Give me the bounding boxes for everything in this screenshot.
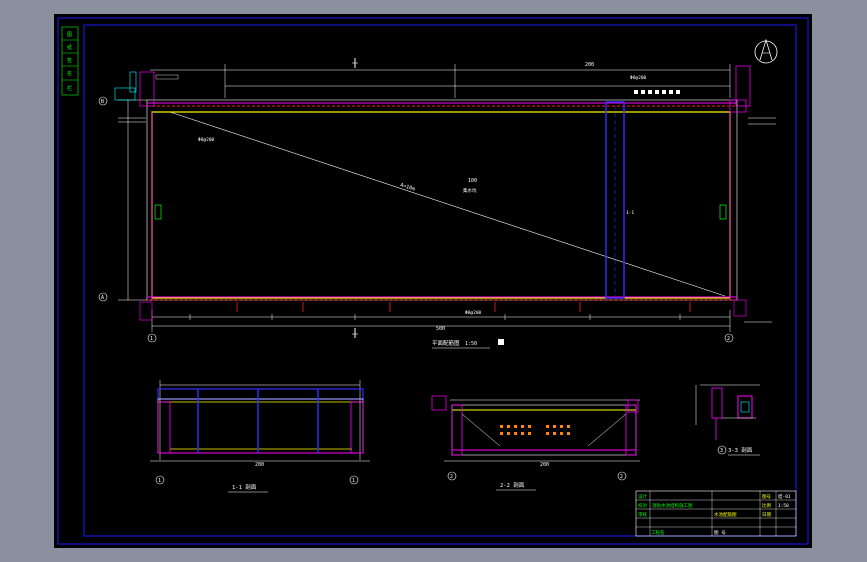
title-block-row1: 设计 — [638, 493, 647, 500]
title-block-row2: 校对 — [638, 502, 647, 509]
plan-center-sub: 集水坑 — [463, 187, 477, 194]
side-strip-2: 纸 — [67, 44, 72, 51]
plan-overall-dim: 500 — [436, 326, 445, 332]
side-strip-1: 图 — [67, 32, 72, 38]
title-block-bottom: 图 号 — [714, 530, 726, 536]
title-block-row4: 工程名 — [651, 529, 665, 536]
plan-bottom-rebar-note: Φ8@200 — [465, 310, 482, 316]
grid-bubble-2: 2 — [727, 336, 730, 342]
side-strip-5: 栏 — [67, 85, 72, 92]
section-2-dim: 200 — [540, 462, 549, 468]
title-block-project: 消防水池结构施工图 — [652, 502, 693, 509]
plan-top-span: 200 — [585, 62, 594, 68]
section-3-title: 3-3 剖面 — [728, 446, 753, 454]
grid-bubble-a: A — [101, 295, 104, 301]
title-block-v2: 1:50 — [778, 503, 789, 509]
plan-scale: 1:50 — [465, 341, 477, 347]
side-strip-3: 签 — [67, 57, 72, 64]
grid-bubble-b: B — [101, 99, 104, 105]
title-block-drawing: 水池配筋图 — [714, 511, 737, 518]
plan-left-note: Φ8@200 — [198, 137, 215, 143]
cad-drawing-canvas[interactable]: 图 纸 签 名 栏 200 Φ8@200 A=10m 100 集水坑 1-1 Φ… — [0, 0, 867, 562]
section-2-title: 2-2 剖面 — [500, 481, 525, 489]
section-2-num-left: 2 — [450, 474, 453, 480]
plan-top-rebar-note: Φ8@200 — [630, 75, 647, 81]
section-1-num-left: 1 — [158, 478, 161, 484]
section-2-num-right: 2 — [620, 474, 623, 480]
title-block-r1: 图号 — [762, 494, 771, 500]
plan-title: 平面配筋图 — [432, 339, 460, 347]
section-1-num-right: 1 — [352, 478, 355, 484]
title-block-r2: 比例 — [762, 502, 771, 509]
side-strip-4: 名 — [67, 70, 72, 77]
section-3-num-left: 3 — [720, 448, 723, 454]
plan-center-bar-label: 1-1 — [626, 210, 634, 216]
title-block-row3: 审核 — [638, 511, 647, 518]
plan-center-label: 100 — [468, 178, 477, 184]
section-1-dim: 200 — [255, 462, 264, 468]
grid-bubble-1: 1 — [150, 336, 153, 342]
title-block-r3: 日期 — [762, 512, 771, 518]
section-1-title: 1-1 剖面 — [232, 483, 257, 491]
drawing-sheet — [54, 14, 812, 548]
title-block-v1: 结-01 — [778, 493, 791, 500]
